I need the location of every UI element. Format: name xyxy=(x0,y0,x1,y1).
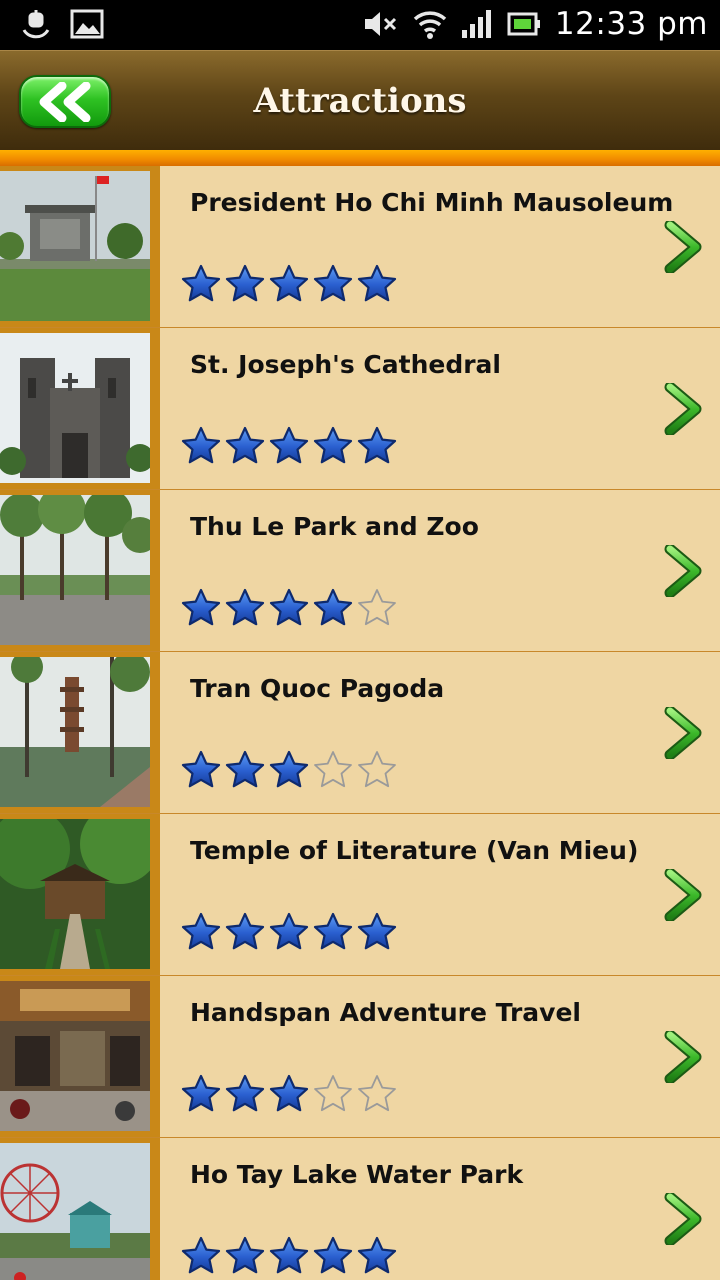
thumbnail-image xyxy=(0,981,150,1131)
star-rating xyxy=(181,750,397,790)
star-filled-icon xyxy=(269,750,309,788)
status-time: 12:33 pm xyxy=(554,6,708,42)
status-bar: 12:33 pm xyxy=(0,0,720,50)
star-filled-icon xyxy=(225,426,265,464)
star-rating xyxy=(181,912,397,952)
star-filled-icon xyxy=(313,1236,353,1274)
star-filled-icon xyxy=(225,912,265,950)
star-empty-icon xyxy=(358,589,396,626)
star-empty-icon xyxy=(358,751,396,788)
chevron-right-icon[interactable] xyxy=(664,383,702,435)
attractions-list: President Ho Chi Minh Mausoleum St. Jose… xyxy=(0,166,720,1280)
thumbnail-frame xyxy=(0,328,160,489)
star-filled-icon xyxy=(313,912,353,950)
chevron-right-icon[interactable] xyxy=(664,869,702,921)
thumbnail-image xyxy=(0,333,150,483)
battery-icon xyxy=(507,12,540,36)
star-rating xyxy=(181,1074,397,1114)
mute-icon xyxy=(364,12,396,36)
star-filled-icon xyxy=(357,1236,397,1274)
star-empty-icon xyxy=(314,751,352,788)
chevron-right-icon[interactable] xyxy=(664,545,702,597)
attraction-title: Tran Quoc Pagoda xyxy=(190,674,445,703)
star-filled-icon xyxy=(357,426,397,464)
chevron-right-icon[interactable] xyxy=(664,1193,702,1245)
star-filled-icon xyxy=(181,1074,221,1112)
thumbnail-frame xyxy=(0,490,160,651)
attraction-title: St. Joseph's Cathedral xyxy=(190,350,501,379)
chevron-right-icon[interactable] xyxy=(664,221,702,273)
star-rating xyxy=(181,588,397,628)
list-item[interactable]: Ho Tay Lake Water Park xyxy=(0,1138,720,1280)
star-filled-icon xyxy=(225,1236,265,1274)
star-filled-icon xyxy=(269,426,309,464)
star-filled-icon xyxy=(181,264,221,302)
thumbnail-image xyxy=(0,657,150,807)
star-rating xyxy=(181,264,397,304)
list-item[interactable]: Handspan Adventure Travel xyxy=(0,976,720,1138)
attraction-title: President Ho Chi Minh Mausoleum xyxy=(190,188,674,217)
star-filled-icon xyxy=(313,588,353,626)
thumbnail-frame xyxy=(0,1138,160,1280)
attraction-title: Temple of Literature (Van Mieu) xyxy=(190,836,639,865)
signal-icon xyxy=(461,10,491,38)
thumbnail-image xyxy=(0,495,150,645)
thumbnail-frame xyxy=(0,652,160,813)
star-filled-icon xyxy=(269,264,309,302)
thumbnail-image xyxy=(0,1143,150,1280)
star-filled-icon xyxy=(357,912,397,950)
star-filled-icon xyxy=(269,912,309,950)
chevron-right-icon[interactable] xyxy=(664,1031,702,1083)
star-filled-icon xyxy=(269,1236,309,1274)
attraction-title: Handspan Adventure Travel xyxy=(190,998,581,1027)
star-filled-icon xyxy=(357,264,397,302)
star-filled-icon xyxy=(181,1236,221,1274)
list-item[interactable]: President Ho Chi Minh Mausoleum xyxy=(0,166,720,328)
star-rating xyxy=(181,426,397,466)
star-filled-icon xyxy=(181,588,221,626)
app-header: Attractions xyxy=(0,50,720,150)
double-chevron-left-icon xyxy=(39,81,91,122)
list-item[interactable]: Temple of Literature (Van Mieu) xyxy=(0,814,720,976)
list-item[interactable]: Thu Le Park and Zoo xyxy=(0,490,720,652)
star-filled-icon xyxy=(225,588,265,626)
star-filled-icon xyxy=(225,1074,265,1112)
thumbnail-image xyxy=(0,819,150,969)
attraction-title: Ho Tay Lake Water Park xyxy=(190,1160,524,1189)
header-accent-bar xyxy=(0,150,720,166)
list-item[interactable]: Tran Quoc Pagoda xyxy=(0,652,720,814)
wifi-icon xyxy=(413,11,447,39)
star-filled-icon xyxy=(181,912,221,950)
back-button[interactable] xyxy=(19,75,111,128)
star-filled-icon xyxy=(225,750,265,788)
star-filled-icon xyxy=(181,750,221,788)
list-item[interactable]: St. Joseph's Cathedral xyxy=(0,328,720,490)
star-filled-icon xyxy=(313,426,353,464)
thumbnail-image xyxy=(0,171,150,321)
star-empty-icon xyxy=(358,1075,396,1112)
attraction-title: Thu Le Park and Zoo xyxy=(190,512,479,541)
picture-icon xyxy=(70,9,104,39)
star-filled-icon xyxy=(181,426,221,464)
chevron-right-icon[interactable] xyxy=(664,707,702,759)
thumbnail-frame xyxy=(0,976,160,1137)
star-filled-icon xyxy=(225,264,265,302)
star-rating xyxy=(181,1236,397,1276)
usb-debug-icon xyxy=(22,10,50,39)
star-filled-icon xyxy=(269,588,309,626)
star-filled-icon xyxy=(313,264,353,302)
thumbnail-frame xyxy=(0,814,160,975)
thumbnail-frame xyxy=(0,166,160,327)
star-empty-icon xyxy=(314,1075,352,1112)
star-filled-icon xyxy=(269,1074,309,1112)
